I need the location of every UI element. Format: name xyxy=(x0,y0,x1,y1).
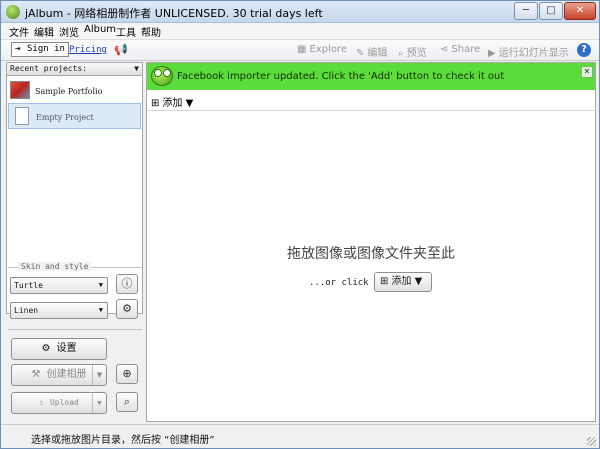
project-label: Sample Portfolio xyxy=(35,87,103,96)
main-drop-panel[interactable]: Facebook importer updated. Click the 'Ad… xyxy=(146,62,596,422)
buttons-divider xyxy=(8,329,142,330)
menu-bar: 文件 编辑 浏览 Album 工具 帮助 xyxy=(1,23,599,39)
menu-edit[interactable]: 编辑 xyxy=(34,24,54,39)
settings-button[interactable]: ⚙ 设置 xyxy=(11,338,107,360)
edit-button[interactable]: ✎ 编辑 xyxy=(356,44,387,59)
portfolio-thumbnail xyxy=(10,81,30,99)
add-images-icon: ⊞ xyxy=(151,98,160,109)
jalbum-window: jAlbum - 网络相册制作者 UNLICENSED. 30 trial da… xyxy=(0,0,600,449)
minimize-button[interactable]: ─ xyxy=(514,2,538,20)
zoom-in-icon: ⊕ xyxy=(122,367,132,380)
notification-close-button[interactable]: ✕ xyxy=(581,66,593,78)
play-icon: ▶ xyxy=(488,48,496,59)
status-text: 选择或拖放图片目录，然后按 “创建相册” xyxy=(31,435,215,446)
chevron-down-icon: ▼ xyxy=(134,64,139,73)
upload-icon: ⇪ xyxy=(39,398,44,407)
zoom-button[interactable]: ⊕ xyxy=(116,364,138,384)
hammer-icon: ⚒ xyxy=(31,369,41,380)
search-button[interactable]: ⌕ xyxy=(116,392,138,412)
pricing-link[interactable]: Pricing xyxy=(69,45,107,55)
build-album-button[interactable]: ⚒ 创建相册 ▼ xyxy=(11,364,107,386)
status-bar: 选择或拖放图片目录，然后按 “创建相册” xyxy=(1,424,599,448)
skin-select[interactable]: Turtle ▼ xyxy=(10,277,108,294)
project-empty-project[interactable]: Empty Project xyxy=(8,103,141,129)
grid-icon: ▦ xyxy=(297,44,307,55)
recent-projects-label: Recent projects: xyxy=(10,64,88,73)
title-bar: jAlbum - 网络相册制作者 UNLICENSED. 30 trial da… xyxy=(1,1,599,23)
slideshow-button[interactable]: ▶ 运行幻灯片显示 xyxy=(488,44,569,59)
menu-file[interactable]: 文件 xyxy=(9,24,29,39)
share-button[interactable]: ⋖ Share xyxy=(440,44,480,55)
gear-icon: ⚙ xyxy=(122,302,132,315)
skin-settings-button[interactable]: ⚙ xyxy=(116,299,138,319)
project-label: Empty Project xyxy=(36,113,94,122)
add-button[interactable]: ⊞ 添加 ▼ xyxy=(374,272,432,292)
maximize-button[interactable]: □ xyxy=(539,2,563,20)
window-title: jAlbum - 网络相册制作者 UNLICENSED. 30 trial da… xyxy=(25,7,323,20)
chevron-down-icon: ▼ xyxy=(414,276,423,287)
menu-help[interactable]: 帮助 xyxy=(141,24,161,39)
notification-text: Facebook importer updated. Click the 'Ad… xyxy=(177,71,505,82)
menu-album[interactable]: Album xyxy=(84,24,116,35)
skin-style-title: Skin and style xyxy=(18,262,92,271)
jalbum-logo-icon xyxy=(6,5,20,19)
chevron-down-icon: ▼ xyxy=(98,281,103,289)
menu-browse[interactable]: 浏览 xyxy=(59,24,79,39)
search-icon: ⌕ xyxy=(123,395,131,408)
skin-info-button[interactable]: ⓘ xyxy=(116,274,138,294)
add-images-icon: ⊞ xyxy=(380,276,389,287)
frog-mascot-icon xyxy=(151,66,173,86)
chevron-down-icon: ▼ xyxy=(98,306,103,314)
megaphone-icon[interactable]: 📢 xyxy=(114,43,128,56)
add-menu-button[interactable]: ⊞ 添加 ▼ xyxy=(151,94,193,109)
chevron-down-icon[interactable]: ▼ xyxy=(92,365,106,385)
style-select[interactable]: Linen ▼ xyxy=(10,302,108,319)
menu-tools[interactable]: 工具 xyxy=(116,24,136,39)
style-value: Linen xyxy=(14,306,39,315)
pencil-icon: ✎ xyxy=(356,48,365,59)
left-panel: Recent projects: ▼ Sample Portfolio Empt… xyxy=(6,62,143,422)
or-click-label: ...or click xyxy=(309,278,369,288)
gear-icon: ⚙ xyxy=(41,343,51,354)
recent-projects-dropdown[interactable]: Recent projects: ▼ xyxy=(6,62,143,76)
sign-in-button[interactable]: ⇥ Sign in xyxy=(11,42,69,57)
notification-bar: Facebook importer updated. Click the 'Ad… xyxy=(147,63,595,90)
sign-in-icon: ⇥ xyxy=(15,44,21,54)
close-button[interactable]: ✕ xyxy=(564,2,596,20)
resize-grip-icon[interactable] xyxy=(587,437,596,446)
preview-button[interactable]: ⌕ 预览 xyxy=(398,44,427,59)
info-icon: ⓘ xyxy=(121,277,133,290)
magnifier-icon: ⌕ xyxy=(398,48,404,59)
project-sample-portfolio[interactable]: Sample Portfolio xyxy=(8,78,141,104)
sign-in-label: Sign in xyxy=(27,44,65,54)
explore-button[interactable]: ▦ Explore xyxy=(297,44,347,55)
drop-hint: 拖放图像或图像文件夹至此 xyxy=(287,246,455,262)
chevron-down-icon[interactable]: ▼ xyxy=(92,393,106,413)
toolbar: ⇥ Sign in Pricing 📢 ▦ Explore ✎ 编辑 ⌕ 预览 ⋖ Sh… xyxy=(1,39,599,61)
chevron-down-icon: ▼ xyxy=(185,98,194,109)
blank-page-icon xyxy=(15,107,29,125)
upload-button[interactable]: ⇪ Upload ▼ xyxy=(11,392,107,414)
skin-value: Turtle xyxy=(14,281,43,290)
main-divider xyxy=(147,110,595,111)
help-icon[interactable]: ? xyxy=(577,43,591,57)
share-icon: ⋖ xyxy=(440,44,449,55)
